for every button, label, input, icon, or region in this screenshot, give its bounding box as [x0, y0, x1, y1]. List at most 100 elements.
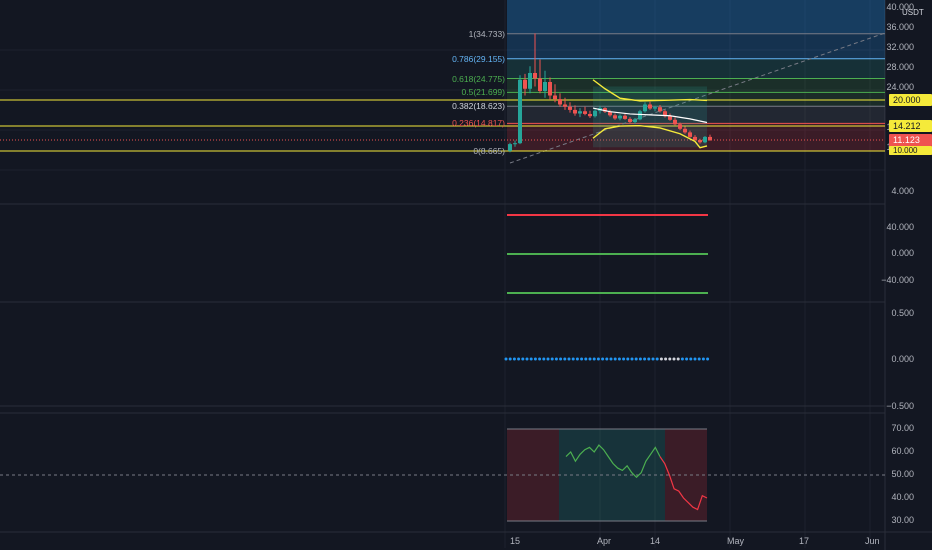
indicator-dot	[609, 357, 613, 361]
price-tag-bottom: 10.000	[889, 146, 932, 155]
fib-level-label: 0.618(24.775)	[452, 73, 505, 84]
indicator-dot	[521, 357, 525, 361]
rsi-zone-bear	[507, 429, 559, 521]
candle-body	[618, 115, 622, 119]
indicator-dot	[622, 357, 626, 361]
candle-body	[558, 99, 562, 105]
price-axis-tick: 32.000	[886, 42, 914, 52]
pane2-axis-tick: 40.000	[886, 222, 914, 232]
indicator-dot	[630, 357, 634, 361]
candle-body	[693, 136, 697, 141]
indicator-dot	[626, 357, 630, 361]
time-axis-label: Apr	[597, 536, 612, 546]
time-axis-label: 15	[510, 536, 521, 546]
indicator-dot	[634, 357, 638, 361]
indicator-dot	[693, 357, 697, 361]
candle-body	[548, 82, 552, 96]
pane3-axis-tick: 0.000	[891, 354, 914, 364]
indicator-dot	[596, 357, 600, 361]
indicator-dot	[659, 357, 663, 361]
pane2-axis-tick: −40.000	[881, 275, 914, 285]
candle-body	[688, 132, 692, 137]
indicator-dot	[575, 357, 579, 361]
candle-body	[573, 109, 577, 114]
candle-body	[563, 104, 567, 107]
fib-level-label: 0.786(29.155)	[452, 53, 505, 64]
indicator-dot	[504, 357, 508, 361]
fib-band	[507, 58, 885, 79]
candle-body	[568, 106, 572, 110]
candle-body	[673, 119, 677, 125]
pane4-axis-tick: 60.00	[891, 446, 914, 456]
indicator-dot	[567, 357, 571, 361]
indicator-dot	[689, 357, 693, 361]
price-tag-20: 20.000	[889, 94, 932, 106]
candle-body	[683, 128, 687, 133]
time-axis-label: 14	[650, 536, 661, 546]
candle-body	[653, 107, 657, 109]
candle-body	[678, 124, 682, 129]
price-axis-tick: 24.000	[886, 82, 914, 92]
pane3-axis-tick: 0.500	[891, 308, 914, 318]
pane4-axis-tick: 50.00	[891, 469, 914, 479]
pane4-axis-tick: 30.00	[891, 515, 914, 525]
candle-body	[643, 104, 647, 112]
candle-body	[703, 136, 707, 143]
indicator-dot	[588, 357, 592, 361]
pane2-axis-tick: 0.000	[891, 248, 914, 258]
candle-body	[553, 95, 557, 100]
fib-level-label: 0.382(18.623)	[452, 101, 505, 112]
indicator-dot	[542, 357, 546, 361]
candle-body	[508, 144, 512, 151]
candle-body	[578, 111, 582, 114]
time-axis-label: 17	[799, 536, 810, 546]
candle-body	[588, 113, 592, 117]
fib-extension-band	[507, 0, 885, 34]
pane3-axis-tick: −0.500	[886, 401, 914, 411]
candle-body	[533, 73, 537, 79]
indicator-dot	[697, 357, 701, 361]
fib-level-label: 1(34.733)	[468, 28, 505, 39]
fib-level-label: 0.236(14.817)	[452, 118, 505, 129]
candle-body	[668, 116, 672, 120]
candle-body	[518, 79, 522, 144]
indicator-dot	[559, 357, 563, 361]
indicator-dot	[643, 357, 647, 361]
indicator-dot	[638, 357, 642, 361]
candle-body	[633, 119, 637, 123]
indicator-dot	[676, 357, 680, 361]
indicator-dot	[651, 357, 655, 361]
indicator-dot	[533, 357, 537, 361]
indicator-dot	[517, 357, 521, 361]
indicator-dot	[672, 357, 676, 361]
indicator-dot	[664, 357, 668, 361]
candle-body	[648, 104, 652, 109]
time-axis-label: Jun	[865, 536, 880, 546]
fib-level-label: 0.5(21.699)	[461, 87, 505, 98]
time-axis-label: May	[727, 536, 745, 546]
indicator-dot	[538, 357, 542, 361]
indicator-dot	[668, 357, 672, 361]
indicator-dot	[655, 357, 659, 361]
indicator-dot	[580, 357, 584, 361]
candle-body	[513, 143, 517, 145]
fib-level-label: 0(8.665)	[473, 146, 505, 156]
candle-body	[613, 115, 617, 119]
indicator-dot	[529, 357, 533, 361]
candle-body	[628, 118, 632, 123]
indicator-dot	[584, 357, 588, 361]
candle-body	[638, 111, 642, 120]
indicator-dot	[550, 357, 554, 361]
candle-body	[623, 115, 627, 119]
price-tag-14: 14.212	[889, 120, 932, 133]
indicator-dot	[508, 357, 512, 361]
candle-body	[698, 140, 702, 143]
price-axis-tick: 28.000	[886, 62, 914, 72]
indicator-dot	[680, 357, 684, 361]
indicator-dot	[525, 357, 529, 361]
indicator-dot	[706, 357, 710, 361]
candle-body	[543, 82, 547, 91]
indicator-dot	[554, 357, 558, 361]
candle-body	[538, 78, 542, 91]
candle-body	[583, 111, 587, 114]
